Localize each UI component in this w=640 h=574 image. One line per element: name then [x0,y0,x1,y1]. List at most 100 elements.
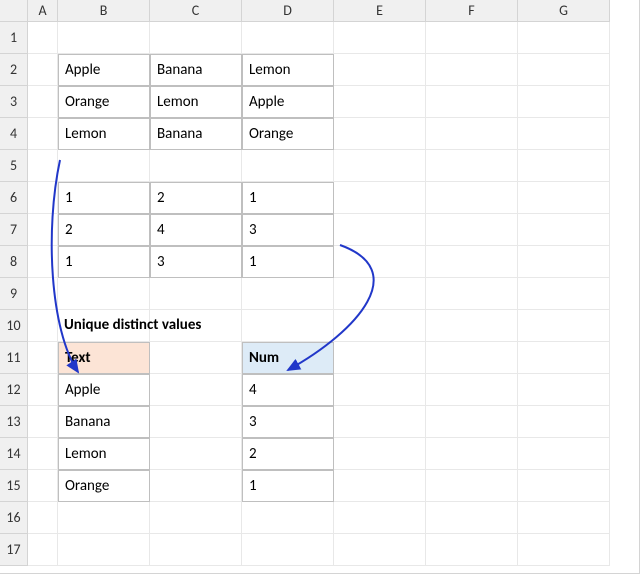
cell[interactable] [426,214,518,246]
cell[interactable] [426,182,518,214]
cell[interactable] [426,310,518,342]
fruit-cell[interactable]: Orange [242,118,334,150]
cell[interactable] [28,342,58,374]
unique-num-cell[interactable]: 1 [242,470,334,502]
cell[interactable] [58,534,150,566]
cell[interactable] [426,342,518,374]
col-header[interactable]: G [518,0,610,22]
cell[interactable] [242,150,334,182]
fruit-cell[interactable]: Banana [150,118,242,150]
cell[interactable] [518,54,610,86]
cell[interactable] [518,86,610,118]
unique-num-cell[interactable]: 2 [242,438,334,470]
unique-num-cell[interactable]: 4 [242,374,334,406]
cell[interactable] [58,22,150,54]
col-header[interactable]: F [426,0,518,22]
cell[interactable] [150,438,242,470]
cell[interactable] [426,278,518,310]
cell[interactable] [28,214,58,246]
row-header[interactable]: 17 [0,534,28,566]
cell[interactable] [28,438,58,470]
row-header[interactable]: 10 [0,310,28,342]
cell[interactable] [518,246,610,278]
cell[interactable] [58,502,150,534]
cell[interactable] [426,374,518,406]
cell[interactable] [334,406,426,438]
unique-text-cell[interactable]: Lemon [58,438,150,470]
header-text[interactable]: Text [58,342,150,374]
cell[interactable] [242,22,334,54]
cell[interactable] [334,438,426,470]
col-header[interactable]: A [28,0,58,22]
cell[interactable] [150,470,242,502]
cell[interactable] [28,310,58,342]
cell[interactable] [150,310,242,342]
cell[interactable] [28,246,58,278]
num-cell[interactable]: 2 [150,182,242,214]
fruit-cell[interactable]: Lemon [58,118,150,150]
cell[interactable] [426,22,518,54]
row-header[interactable]: 9 [0,278,28,310]
section-title[interactable]: Unique distinct values [58,310,150,342]
cell[interactable] [518,534,610,566]
row-header[interactable]: 2 [0,54,28,86]
cell[interactable] [28,502,58,534]
cell[interactable] [518,374,610,406]
select-all-corner[interactable] [0,0,28,22]
spreadsheet[interactable]: A B C D E F G 12AppleBananaLemon3OrangeL… [0,0,640,574]
num-cell[interactable]: 1 [242,246,334,278]
row-header[interactable]: 15 [0,470,28,502]
fruit-cell[interactable]: Banana [150,54,242,86]
row-header[interactable]: 1 [0,22,28,54]
row-header[interactable]: 13 [0,406,28,438]
row-header[interactable]: 8 [0,246,28,278]
cell[interactable] [426,438,518,470]
cell[interactable] [334,470,426,502]
cell[interactable] [426,406,518,438]
cell[interactable] [28,374,58,406]
cell[interactable] [28,182,58,214]
col-header[interactable]: C [150,0,242,22]
num-cell[interactable]: 1 [58,182,150,214]
cell[interactable] [28,86,58,118]
cell[interactable] [334,534,426,566]
cell[interactable] [150,22,242,54]
row-header[interactable]: 14 [0,438,28,470]
cell[interactable] [334,246,426,278]
cell[interactable] [426,470,518,502]
col-header[interactable]: D [242,0,334,22]
row-header[interactable]: 12 [0,374,28,406]
cell[interactable] [28,470,58,502]
cell[interactable] [242,278,334,310]
cell[interactable] [150,502,242,534]
cell[interactable] [518,342,610,374]
cell[interactable] [426,118,518,150]
cell[interactable] [334,310,426,342]
cell[interactable] [426,502,518,534]
cell[interactable] [518,310,610,342]
cell[interactable] [242,310,334,342]
cell[interactable] [518,118,610,150]
fruit-cell[interactable]: Orange [58,86,150,118]
cell[interactable] [334,22,426,54]
cell[interactable] [242,502,334,534]
cell[interactable] [518,470,610,502]
row-header[interactable]: 11 [0,342,28,374]
cell[interactable] [426,150,518,182]
cell[interactable] [334,150,426,182]
cell[interactable] [28,22,58,54]
row-header[interactable]: 7 [0,214,28,246]
fruit-cell[interactable]: Apple [58,54,150,86]
cell[interactable] [28,406,58,438]
cell[interactable] [518,182,610,214]
cell[interactable] [518,22,610,54]
row-header[interactable]: 5 [0,150,28,182]
cell[interactable] [334,342,426,374]
num-cell[interactable]: 1 [58,246,150,278]
cell[interactable] [334,118,426,150]
cell[interactable] [150,150,242,182]
num-cell[interactable]: 1 [242,182,334,214]
col-header[interactable]: E [334,0,426,22]
cell[interactable] [150,534,242,566]
cell[interactable] [334,502,426,534]
